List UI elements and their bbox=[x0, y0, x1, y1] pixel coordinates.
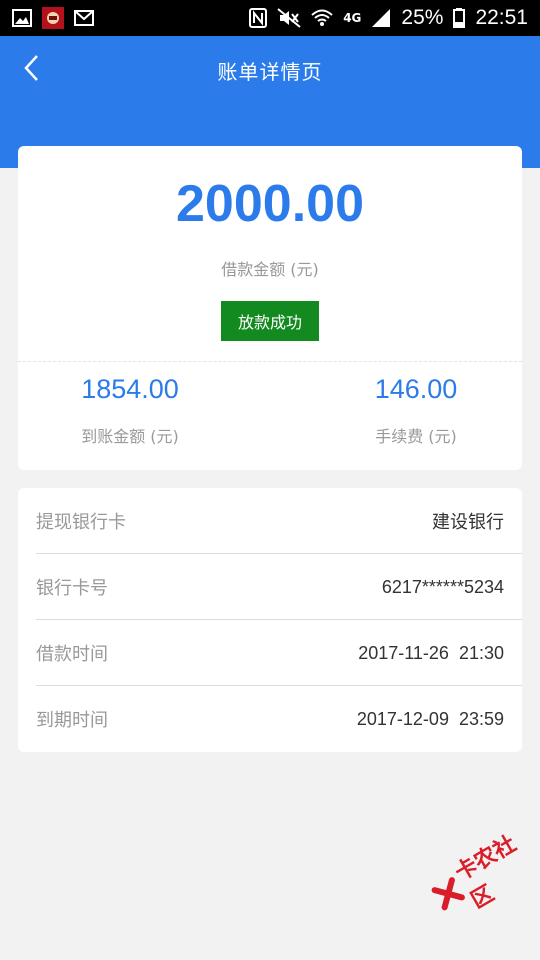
signal-icon bbox=[371, 8, 391, 28]
detail-label: 借款时间 bbox=[36, 644, 108, 665]
app-icon bbox=[42, 7, 64, 29]
fee-amount: 146.00 bbox=[374, 374, 458, 404]
battery-icon bbox=[453, 8, 466, 28]
detail-row-due-time: 到期时间 2017-12-09 23:59 bbox=[36, 686, 522, 752]
detail-value: 6217******5234 bbox=[381, 576, 504, 597]
clock: 22:51 bbox=[475, 6, 528, 29]
loan-amount-label: 借款金额 (元) bbox=[221, 260, 319, 279]
detail-label: 银行卡号 bbox=[36, 578, 108, 599]
detail-value: 2017-12-09 23:59 bbox=[356, 708, 504, 729]
mail-icon bbox=[74, 10, 94, 26]
detail-label: 提现银行卡 bbox=[36, 512, 126, 533]
detail-label: 到期时间 bbox=[36, 710, 108, 731]
nfc-icon bbox=[249, 8, 268, 28]
fee-block: 146.00 手续费 (元) bbox=[296, 374, 536, 447]
loan-summary-card: 2000.00 借款金额 (元) 放款成功 1854.00 到账金额 (元) 1… bbox=[18, 146, 522, 470]
detail-value: 建设银行 bbox=[432, 512, 504, 532]
network-type: 4G bbox=[343, 11, 362, 25]
status-badge: 放款成功 bbox=[221, 301, 319, 341]
received-amount-label: 到账金额 (元) bbox=[81, 427, 179, 446]
watermark: 卡农社区 bbox=[422, 823, 540, 929]
wifi-icon bbox=[311, 9, 333, 27]
loan-details-card: 提现银行卡 建设银行 银行卡号 6217******5234 借款时间 2017… bbox=[18, 488, 522, 752]
page-title: 账单详情页 bbox=[217, 60, 323, 84]
mute-icon bbox=[277, 8, 301, 28]
received-amount: 1854.00 bbox=[81, 374, 179, 404]
divider bbox=[18, 361, 522, 362]
detail-row-card-number: 银行卡号 6217******5234 bbox=[36, 554, 522, 620]
status-bar-right: 4G 25% 22:51 bbox=[249, 6, 528, 30]
status-bar-left bbox=[12, 7, 94, 29]
battery-percent: 25% bbox=[401, 6, 444, 29]
detail-row-loan-time: 借款时间 2017-11-26 21:30 bbox=[36, 620, 522, 686]
loan-amount: 2000.00 bbox=[176, 175, 364, 233]
detail-value: 2017-11-26 21:30 bbox=[358, 642, 504, 663]
fee-label: 手续费 (元) bbox=[375, 427, 457, 446]
detail-row-bank: 提现银行卡 建设银行 bbox=[36, 488, 522, 554]
status-bar: 4G 25% 22:51 bbox=[0, 0, 540, 36]
received-amount-block: 1854.00 到账金额 (元) bbox=[10, 374, 250, 447]
image-icon bbox=[12, 9, 32, 27]
